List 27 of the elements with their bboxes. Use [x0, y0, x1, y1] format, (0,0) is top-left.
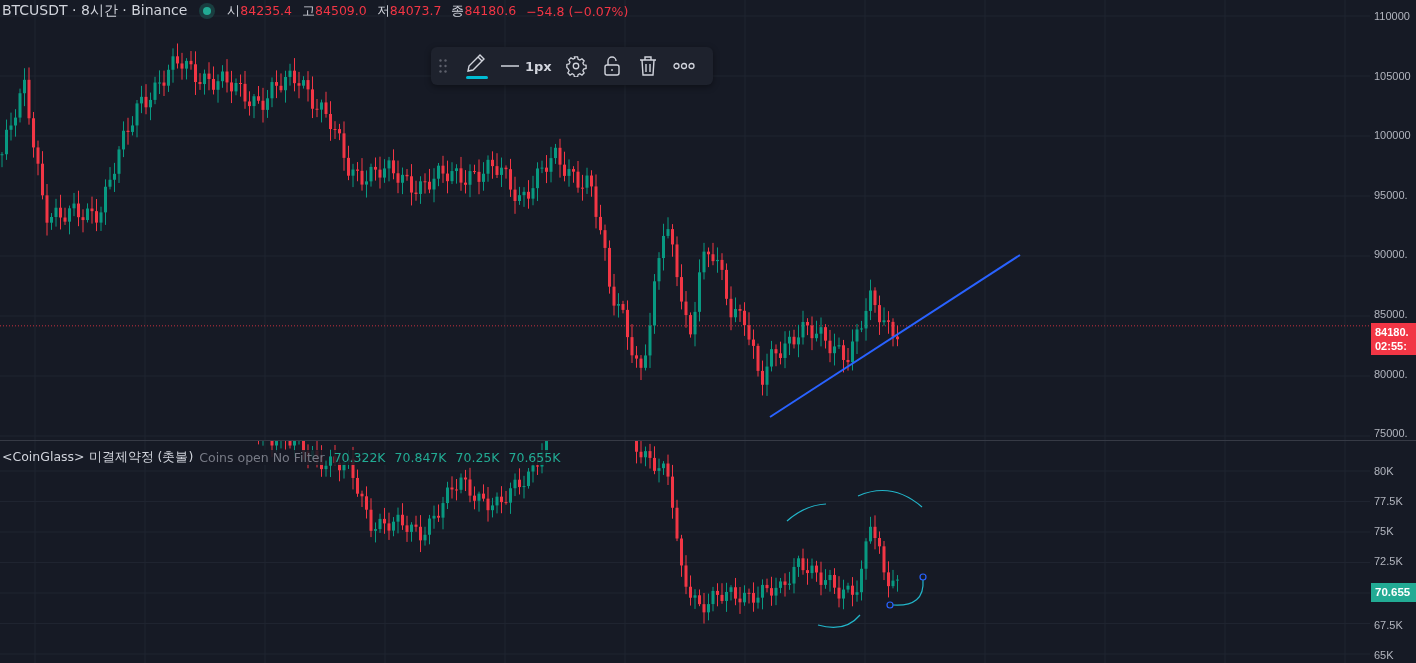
price-change: −54.8 (−0.07%): [526, 3, 629, 19]
price-axis-label: 90000.: [1373, 247, 1409, 262]
ohlc-value: 시 84235.4: [227, 2, 293, 20]
line-width-button[interactable]: 1px: [497, 51, 556, 81]
price-axis-label: 95000.: [1373, 187, 1409, 202]
ohlc-value: 저84073.7: [376, 2, 442, 20]
indicator-axis-label: 67.5K: [1373, 618, 1404, 633]
price-axis-label: 100000: [1373, 128, 1412, 143]
price-axis-label: 85000.: [1373, 307, 1409, 322]
indicator-name: <CoinGlass> 미결제약정 (촛불): [2, 449, 194, 467]
price-axis-label: 80000.: [1373, 366, 1409, 381]
price-axis-label: 105000: [1373, 68, 1412, 83]
ohlc-value: 종84180.6: [451, 2, 517, 20]
indicator-axis-label: 80K: [1373, 464, 1395, 479]
symbol-title: BTCUSDT · 8시간 · Binance: [2, 2, 188, 20]
ohlc-value: 고84509.0: [302, 2, 367, 20]
indicator-axis-label: 65K: [1373, 647, 1395, 662]
last-price-badge: 84180. 02:55:: [1371, 323, 1416, 355]
last-value-badge: 70.655: [1371, 583, 1416, 603]
price-axis-label: 75000.: [1373, 426, 1409, 441]
indicator-axis-label: 72.5K: [1373, 553, 1404, 568]
price-axis-label: 110000: [1373, 9, 1411, 23]
indicator-value: 70.655K: [508, 450, 561, 466]
indicator-params: Coins open No Filter: [199, 450, 325, 466]
indicator-axis-label: 75K: [1373, 523, 1395, 538]
indicator-axis-label: 77.5K: [1373, 494, 1404, 509]
indicator-value: 70.322K: [333, 450, 386, 466]
